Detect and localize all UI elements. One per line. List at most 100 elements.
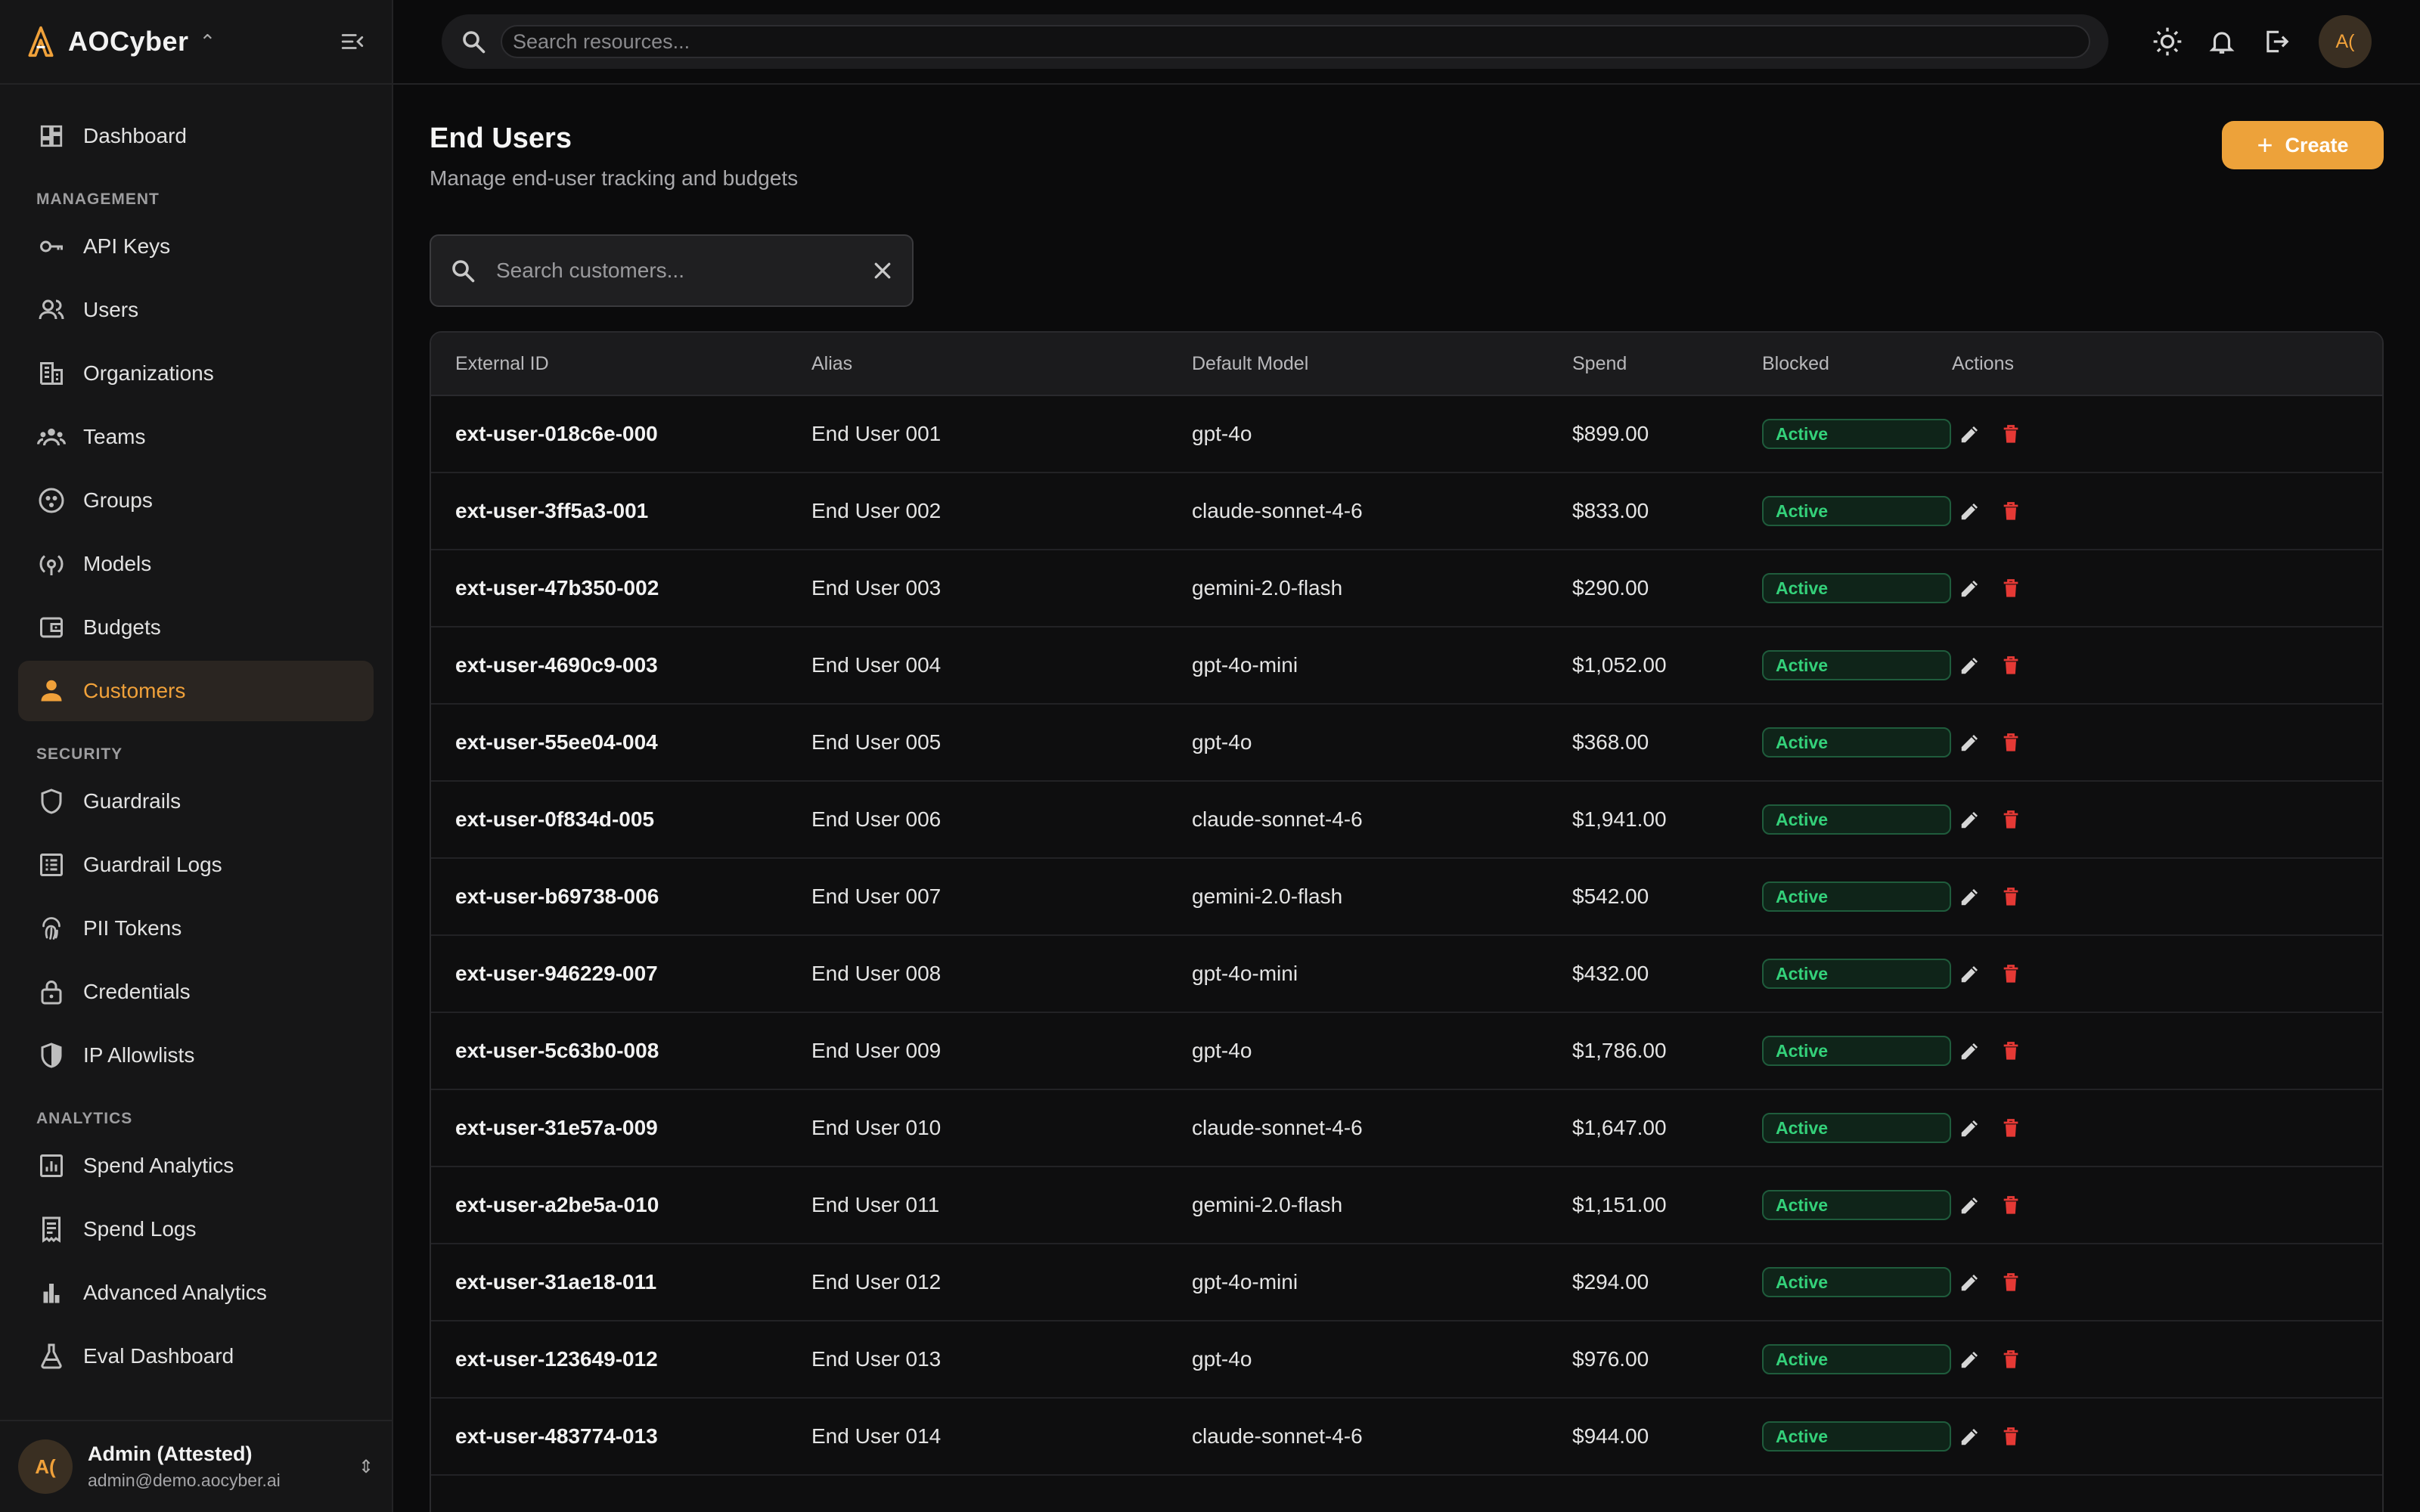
user-account-menu[interactable]: A( Admin (Attested) admin@demo.aocyber.a…: [0, 1420, 392, 1512]
cell-default-model: gpt-4o-mini: [1192, 1270, 1298, 1294]
customer-search-input[interactable]: [496, 259, 871, 283]
table-row[interactable]: ext-user-4690c9-003 End User 004 gpt-4o-mi…: [431, 627, 2382, 705]
table-row[interactable]: ext-user-55ee04-004 End User 005 gpt-4o $36…: [431, 705, 2382, 782]
edit-button[interactable]: [1955, 1344, 1985, 1374]
column-header-external-id[interactable]: External ID: [431, 353, 811, 375]
delete-button[interactable]: [1996, 573, 2026, 603]
edit-button[interactable]: [1955, 1267, 1985, 1297]
sidebar-item-advanced-analytics[interactable]: Advanced Analytics: [18, 1263, 374, 1323]
sun-icon: [2153, 27, 2182, 56]
sidebar-item-eval-dashboard[interactable]: Eval Dashboard: [18, 1326, 374, 1387]
delete-button[interactable]: [1996, 1190, 2026, 1220]
sidebar-item-pii-tokens[interactable]: PII Tokens: [18, 898, 374, 959]
sidebar-item-guardrail-logs[interactable]: Guardrail Logs: [18, 835, 374, 895]
delete-button[interactable]: [1996, 419, 2026, 449]
notifications-button[interactable]: [2202, 22, 2242, 61]
delete-button[interactable]: [1996, 804, 2026, 835]
status-badge: Active: [1762, 804, 1951, 835]
sidebar-item-api-keys[interactable]: API Keys: [18, 216, 374, 277]
sidebar-item-dashboard[interactable]: Dashboard: [18, 106, 374, 166]
sidebar-item-teams[interactable]: Teams: [18, 407, 374, 467]
brand-name[interactable]: AOCyber: [68, 26, 189, 57]
delete-button[interactable]: [1996, 1421, 2026, 1452]
edit-button[interactable]: [1955, 496, 1985, 526]
delete-button[interactable]: [1996, 727, 2026, 758]
edit-button[interactable]: [1955, 959, 1985, 989]
sidebar-item-ip-allowlists[interactable]: IP Allowlists: [18, 1025, 374, 1086]
sidebar-item-users[interactable]: Users: [18, 280, 374, 340]
column-header-default-model[interactable]: Default Model: [1192, 353, 1572, 375]
sidebar-item-groups[interactable]: Groups: [18, 470, 374, 531]
user-name: Admin (Attested): [88, 1442, 253, 1465]
table-row[interactable]: ext-user-0f834d-005 End User 006 claude-so…: [431, 782, 2382, 859]
chevron-updown-icon[interactable]: ⌃: [200, 30, 216, 54]
column-header-actions: Actions: [1952, 352, 2014, 374]
delete-button[interactable]: [1996, 650, 2026, 680]
table-row[interactable]: ext-user-a2be5a-010 End User 011 gemini-2.…: [431, 1167, 2382, 1244]
sidebar-item-customers[interactable]: Customers: [18, 661, 374, 721]
edit-button[interactable]: [1955, 881, 1985, 912]
sidebar-item-spend-logs[interactable]: Spend Logs: [18, 1199, 374, 1259]
table-row[interactable]: ext-user-5c63b0-008 End User 009 gpt-4o $1,…: [431, 1013, 2382, 1090]
cell-external-id: ext-user-0f834d-005: [455, 807, 655, 831]
edit-button[interactable]: [1955, 1421, 1985, 1452]
global-search-input[interactable]: [501, 25, 2090, 58]
pencil-icon: [1961, 581, 1978, 597]
create-button[interactable]: + Create: [2222, 121, 2384, 169]
table-row[interactable]: ext-user-123649-012 End User 013 gpt-4o $97…: [431, 1321, 2382, 1399]
delete-button[interactable]: [1996, 1036, 2026, 1066]
avatar[interactable]: A(: [2319, 15, 2372, 68]
edit-button[interactable]: [1955, 804, 1985, 835]
delete-button[interactable]: [1996, 1267, 2026, 1297]
column-header-alias[interactable]: Alias: [811, 353, 1192, 375]
logout-button[interactable]: [2257, 22, 2296, 61]
theme-toggle-button[interactable]: [2148, 22, 2187, 61]
sidebar-item-credentials[interactable]: Credentials: [18, 962, 374, 1022]
delete-button[interactable]: [1996, 1344, 2026, 1374]
edit-button[interactable]: [1955, 727, 1985, 758]
column-header-blocked[interactable]: Blocked: [1762, 353, 1952, 375]
collapse-sidebar-button[interactable]: [337, 26, 368, 57]
person-icon: [36, 676, 67, 706]
cell-external-id: ext-user-018c6e-000: [455, 422, 658, 445]
cell-external-id: ext-user-483774-013: [455, 1424, 658, 1448]
table-row[interactable]: ext-user-47b350-002 End User 003 gemini-2.…: [431, 550, 2382, 627]
delete-button[interactable]: [1996, 1113, 2026, 1143]
sidebar-item-guardrails[interactable]: Guardrails: [18, 771, 374, 832]
sidebar-item-models[interactable]: Models: [18, 534, 374, 594]
edit-button[interactable]: [1955, 573, 1985, 603]
sidebar-item-organizations[interactable]: Organizations: [18, 343, 374, 404]
pencil-icon: [1961, 658, 1978, 674]
edit-button[interactable]: [1955, 1113, 1985, 1143]
delete-button[interactable]: [1996, 881, 2026, 912]
clear-search-icon[interactable]: [871, 259, 894, 282]
wallet-icon: [36, 612, 67, 643]
section-label-management: MANAGEMENT: [36, 191, 160, 208]
delete-button[interactable]: [1996, 496, 2026, 526]
edit-button[interactable]: [1955, 1190, 1985, 1220]
edit-button[interactable]: [1955, 650, 1985, 680]
table-row[interactable]: ext-user-946229-007 End User 008 gpt-4o-mi…: [431, 936, 2382, 1013]
sidebar-item-budgets[interactable]: Budgets: [18, 597, 374, 658]
status-badge: Active: [1762, 1344, 1951, 1374]
table-row[interactable]: ext-user-483774-013 End User 014 claude-so…: [431, 1399, 2382, 1476]
table-row[interactable]: ext-user-b69738-006 End User 007 gemini-2.…: [431, 859, 2382, 936]
cell-actions: [1952, 727, 2179, 758]
fingerprint-icon: [36, 913, 67, 943]
table-row[interactable]: ext-user-31e57a-009 End User 010 claude-so…: [431, 1090, 2382, 1167]
edit-button[interactable]: [1955, 419, 1985, 449]
trash-icon: [2003, 425, 2018, 443]
collapse-sidebar-icon: [341, 34, 364, 49]
delete-button[interactable]: [1996, 959, 2026, 989]
sidebar: AOCyber ⌃ Dashboard MANAGEMENT API Keys …: [0, 0, 393, 1512]
cell-actions: [1952, 1421, 2179, 1452]
page-subtitle: Manage end-user tracking and budgets: [430, 166, 799, 190]
sidebar-item-label: Spend Logs: [83, 1217, 197, 1241]
column-header-spend[interactable]: Spend: [1572, 353, 1762, 375]
cell-blocked: Active: [1762, 959, 1952, 989]
edit-button[interactable]: [1955, 1036, 1985, 1066]
table-row[interactable]: ext-user-31ae18-011 End User 012 gpt-4o-mi…: [431, 1244, 2382, 1321]
sidebar-item-spend-analytics[interactable]: Spend Analytics: [18, 1136, 374, 1196]
table-row[interactable]: ext-user-018c6e-000 End User 001 gpt-4o $89…: [431, 396, 2382, 473]
table-row[interactable]: ext-user-3ff5a3-001 End User 002 claude-so…: [431, 473, 2382, 550]
